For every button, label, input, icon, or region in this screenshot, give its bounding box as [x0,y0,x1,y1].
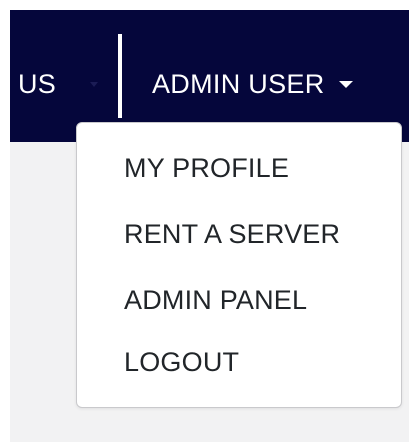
dropdown-item-my-profile[interactable]: MY PROFILE [124,148,289,188]
dropdown-item-admin-panel[interactable]: ADMIN PANEL [124,280,307,320]
nav-divider [118,34,122,118]
user-dropdown-menu: MY PROFILE RENT A SERVER ADMIN PANEL LOG… [76,122,402,408]
caret-down-icon [338,80,353,88]
page: US ADMIN USER MY PROFILE RENT A SERVER A… [0,0,409,442]
dropdown-item-logout[interactable]: LOGOUT [124,342,239,382]
user-menu-label: ADMIN USER [152,68,325,99]
nav-item-language-label: US [18,68,57,99]
dropdown-item-rent-a-server[interactable]: RENT A SERVER [124,214,340,254]
nav-item-language[interactable]: US [18,64,99,104]
caret-down-icon [90,81,99,87]
user-menu-toggle[interactable]: ADMIN USER [152,64,353,104]
